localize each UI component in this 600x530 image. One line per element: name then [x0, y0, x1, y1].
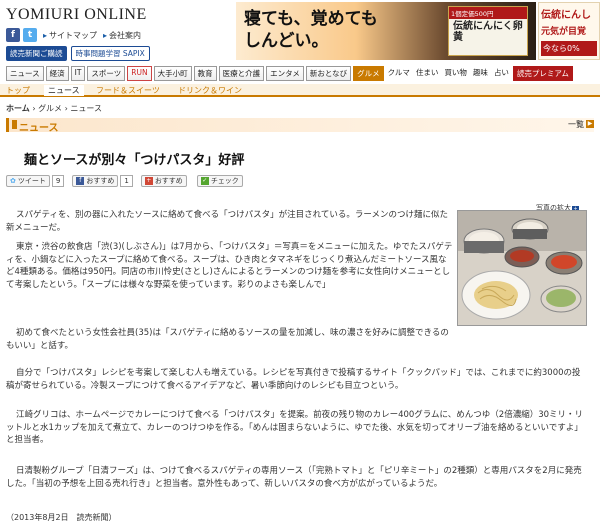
check-label: チェック	[210, 177, 239, 185]
subnav-news[interactable]: ニュース	[44, 85, 84, 96]
facebook-recommend-button[interactable]: f おすすめ	[72, 175, 119, 187]
utility-links: f t サイトマップ 会社案内	[6, 28, 141, 42]
google-plus-button[interactable]: + おすすめ	[140, 175, 187, 187]
nav-fortune[interactable]: 占い	[492, 66, 511, 81]
banner-line-2: しんどい。	[244, 31, 329, 51]
site-header: YOMIURI ONLINE f t サイトマップ 会社案内 読売新聞ご購読 時…	[0, 0, 600, 62]
section-marker-icon	[12, 120, 17, 129]
social-icons: f t	[6, 28, 37, 42]
pack-tag: 1個定価500円	[449, 7, 527, 19]
nav-shopping[interactable]: 買い物	[442, 66, 469, 81]
paragraph-3: 初めて食べたという女性会社員(35)は「スパゲティに絡めるソースの量を加減し、味…	[6, 328, 449, 351]
paragraph-1: スパゲティを、別の器に入れたソースに絡めて食べる「つけパスタ」が注目されている。…	[6, 210, 448, 233]
nav-news[interactable]: ニュース	[6, 66, 44, 81]
nav-economy[interactable]: 経済	[45, 66, 69, 81]
nav-hobby[interactable]: 趣味	[471, 66, 490, 81]
subscribe-button[interactable]: 読売新聞ご購読	[6, 46, 67, 61]
side-ad-line-1: 伝統にんし	[541, 10, 591, 21]
side-advertisement[interactable]: 伝統にんし 元気が目覚 今なら0%	[538, 2, 600, 60]
nav-education[interactable]: 教育	[193, 66, 217, 81]
tweet-count: 9	[51, 175, 65, 187]
mixi-check-button[interactable]: ✓ チェック	[196, 175, 243, 187]
nav-run[interactable]: RUN	[127, 66, 152, 81]
header-buttons: 読売新聞ご購読 時事問題学習 SAPIX	[6, 46, 150, 61]
breadcrumb: ホーム › グルメ › ニュース	[6, 103, 102, 114]
facebook-icon[interactable]: f	[6, 28, 20, 42]
nav-medical[interactable]: 医療と介護	[218, 66, 265, 81]
side-ad-line-2: 元気が目覚	[541, 27, 587, 37]
breadcrumb-separator: ›	[32, 104, 36, 113]
google-plus-label: おすすめ	[154, 177, 183, 185]
subnav-drink-wine[interactable]: ドリンク＆ワイン	[178, 85, 242, 96]
tsuke-pasta-photo	[458, 211, 586, 325]
article-headline: 麺とソースが別々「つけパスタ」好評	[24, 153, 245, 168]
arrow-right-icon[interactable]: ▶	[586, 120, 594, 128]
nav-premium[interactable]: 読売プレミアム	[512, 66, 573, 81]
paragraph-5: 江崎グリコは、ホームページでカレーにつけて食べる「つけパスタ」を提案。前夜の残り…	[6, 410, 584, 446]
paragraph-2: 東京・渋谷の飲食店「渋(3)(しぶさん)」は7月から、「つけパスタ」＝写真＝をメ…	[6, 242, 453, 290]
nav-sports[interactable]: スポーツ	[87, 66, 126, 81]
site-logo[interactable]: YOMIURI ONLINE	[6, 6, 147, 24]
nav-housing[interactable]: 住まい	[414, 66, 441, 81]
nav-entertainment[interactable]: エンタメ	[266, 66, 304, 81]
main-nav: ニュース 経済 IT スポーツ RUN 大手小町 教育 医療と介護 エンタメ 新…	[6, 66, 573, 81]
banner-headline: 寝ても、覚めても しんどい。	[244, 8, 378, 52]
sitemap-link[interactable]: サイトマップ	[43, 30, 97, 41]
breadcrumb-home[interactable]: ホーム	[6, 104, 30, 113]
section-header: ニュース 一覧 ▶	[6, 118, 594, 134]
paragraph-4: 自分で「つけパスタ」レシピを考案して楽しむ人も増えている。レシピを写真付きで投稿…	[6, 368, 581, 391]
tweet-label: ツイート	[17, 177, 46, 185]
paragraph-6: 日清製粉グループ「日清フーズ」は、つけて食べるスパゲティの専用ソース（「完熟トマ…	[6, 466, 582, 489]
product-package-image: 1個定価500円 伝統にんにく卵黄	[448, 6, 528, 56]
subnav-food-sweets[interactable]: フード＆スイーツ	[96, 85, 160, 96]
article-dateline: （2013年8月2日 読売新聞）	[6, 513, 117, 522]
pack-name: 伝統にんにく卵黄	[453, 21, 523, 43]
check-icon: ✓	[200, 177, 209, 185]
side-ad-line-3: 今なら0%	[541, 41, 597, 56]
gourmet-subnav: トップ ニュース フード＆スイーツ ドリンク＆ワイン	[0, 84, 600, 97]
nav-car[interactable]: クルマ	[386, 66, 412, 81]
facebook-recommend-label: おすすめ	[86, 177, 115, 185]
facebook-icon: f	[76, 177, 85, 185]
section-title: ニュース	[19, 123, 59, 134]
nav-it[interactable]: IT	[70, 66, 86, 81]
breadcrumb-gourmet[interactable]: グルメ	[38, 104, 62, 113]
twitter-bird-icon: ✿	[10, 177, 16, 185]
nav-komachi[interactable]: 大手小町	[153, 66, 192, 81]
company-link[interactable]: 会社案内	[103, 30, 141, 41]
google-plus-icon: +	[144, 177, 153, 185]
facebook-count: 1	[120, 175, 133, 187]
nav-gourmet[interactable]: グルメ	[353, 66, 384, 81]
tweet-button[interactable]: ✿ ツイート	[6, 175, 50, 187]
nav-otonabi[interactable]: 新おとなび	[305, 66, 352, 81]
breadcrumb-news: ニュース	[70, 104, 102, 113]
sapix-button[interactable]: 時事問題学習 SAPIX	[70, 46, 150, 61]
subnav-top[interactable]: トップ	[6, 85, 30, 96]
twitter-icon[interactable]: t	[23, 28, 37, 42]
list-link[interactable]: 一覧	[568, 119, 584, 130]
advertisement-banner[interactable]: 寝ても、覚めても しんどい。 1個定価500円 伝統にんにく卵黄	[236, 2, 536, 60]
breadcrumb-separator: ›	[64, 104, 68, 113]
banner-line-1: 寝ても、覚めても	[244, 9, 378, 29]
share-bar: ✿ ツイート 9 f おすすめ 1 + おすすめ ✓ チェック	[6, 174, 594, 188]
article-photo[interactable]	[457, 210, 587, 326]
